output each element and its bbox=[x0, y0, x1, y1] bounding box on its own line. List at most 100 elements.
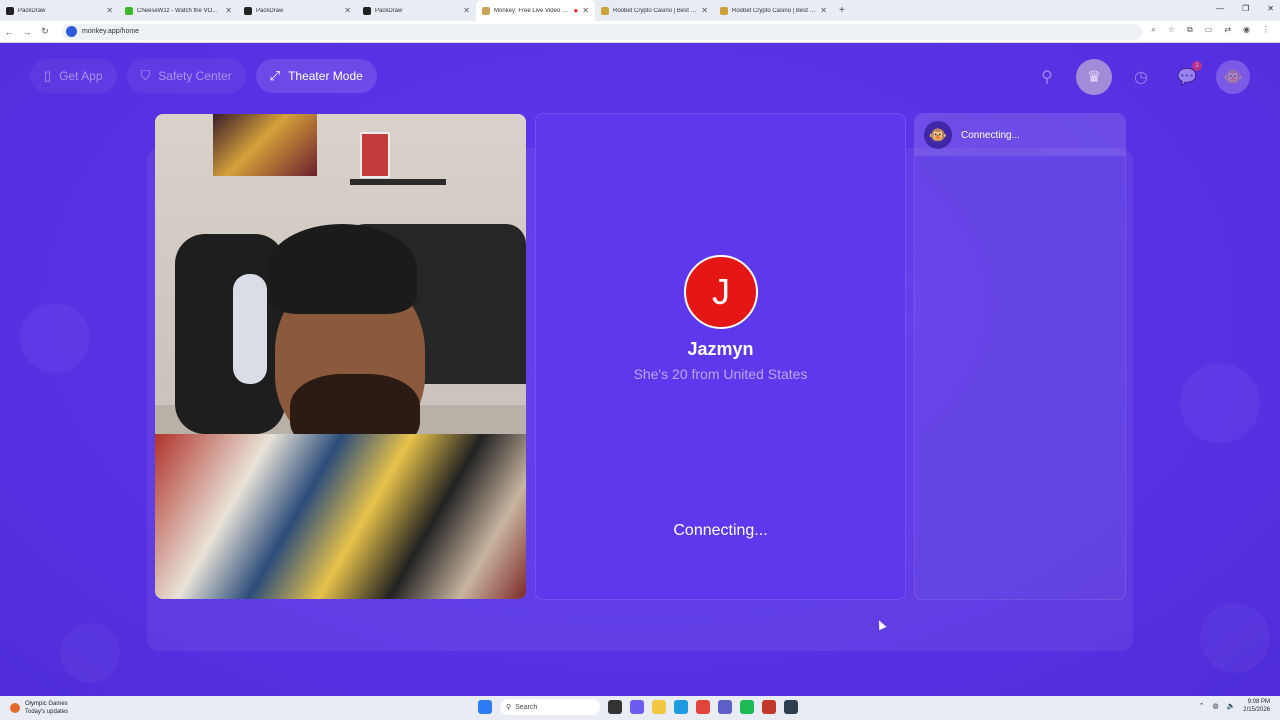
taskbar-search[interactable]: ⚲ Search bbox=[500, 699, 600, 715]
close-tab-icon[interactable]: ✕ bbox=[344, 6, 351, 15]
extensions-icon[interactable]: ⧉ bbox=[1187, 25, 1193, 35]
back-icon[interactable]: ← bbox=[0, 27, 18, 37]
task-view-icon[interactable] bbox=[608, 700, 622, 714]
maximize-icon[interactable]: ❐ bbox=[1242, 4, 1249, 13]
widget-subtitle: Today's updates bbox=[25, 709, 69, 715]
headset bbox=[233, 274, 267, 384]
browser-tab[interactable]: Roobet Crypto Casino | Best Bit... ✕ bbox=[595, 0, 714, 21]
search-icon: ⚲ bbox=[506, 704, 512, 711]
widgets-button[interactable]: Olympic Games Today's updates bbox=[0, 700, 200, 716]
spotify-icon[interactable] bbox=[740, 700, 754, 714]
browser-actions: ⌕ ☆ ⧉ ▭ ⇄ ◉ ⋮ bbox=[1151, 25, 1270, 35]
roobet-favicon-icon bbox=[601, 6, 609, 15]
safety-center-label: Safety Center bbox=[158, 69, 232, 83]
windows-start-icon[interactable] bbox=[478, 700, 492, 714]
app-icon[interactable] bbox=[762, 700, 776, 714]
packdraw-favicon-icon bbox=[244, 6, 252, 15]
connecting-status: Connecting... bbox=[673, 522, 768, 539]
torch-icon bbox=[10, 703, 20, 713]
address-bar-row: ← → ↻ monkey.app/home ⌕ ☆ ⧉ ▭ ⇄ ◉ ⋮ bbox=[0, 21, 1280, 43]
window-controls: — ❐ ✕ bbox=[1216, 4, 1274, 13]
file-explorer-icon[interactable] bbox=[652, 700, 666, 714]
chrome-icon[interactable] bbox=[696, 700, 710, 714]
monkey-favicon-icon bbox=[482, 6, 490, 15]
tab-title: CheeseW1z - Watch the VOD o... bbox=[137, 7, 222, 14]
user-cap bbox=[267, 224, 417, 314]
sidebar-icon[interactable]: ▭ bbox=[1205, 25, 1213, 35]
zoom-icon[interactable]: ⌕ bbox=[1151, 25, 1155, 35]
close-tab-icon[interactable]: ✕ bbox=[225, 6, 232, 15]
reload-icon[interactable]: ↻ bbox=[36, 26, 54, 37]
volume-icon[interactable]: 🔈 bbox=[1227, 702, 1236, 710]
user-jacket bbox=[155, 434, 526, 599]
url-field[interactable]: monkey.app/home bbox=[62, 23, 1142, 40]
roobet-favicon-icon bbox=[720, 6, 728, 15]
collectible-figure bbox=[360, 132, 390, 178]
theater-mode-button[interactable]: ⤢ Theater Mode bbox=[255, 59, 377, 93]
wall-shelf bbox=[350, 179, 446, 185]
match-avatar: J bbox=[684, 255, 758, 329]
browser-tab[interactable]: PackDraw ✕ bbox=[238, 0, 357, 21]
minimize-icon[interactable]: — bbox=[1216, 4, 1224, 13]
widget-title: Olympic Games bbox=[25, 701, 68, 707]
chat-status: Connecting... bbox=[961, 129, 1020, 141]
chat-header: 🐵 Connecting... bbox=[915, 114, 1125, 156]
close-window-icon[interactable]: ✕ bbox=[1267, 4, 1274, 13]
network-icon[interactable]: ◍ bbox=[1212, 702, 1218, 710]
tab-title: PackDraw bbox=[256, 7, 284, 14]
close-tab-icon[interactable]: ✕ bbox=[582, 6, 589, 15]
close-tab-icon[interactable]: ✕ bbox=[701, 6, 708, 15]
close-tab-icon[interactable]: ✕ bbox=[463, 6, 470, 15]
search-icon[interactable]: ⚲ bbox=[1030, 60, 1064, 94]
clock-time: 9:08 PM bbox=[1247, 699, 1270, 705]
browser-tab[interactable]: CheeseW1z - Watch the VOD o... ✕ bbox=[119, 0, 238, 21]
close-tab-icon[interactable]: ✕ bbox=[820, 6, 827, 15]
clock[interactable]: 9:08 PM 2/15/2026 bbox=[1243, 698, 1270, 714]
profile-avatar[interactable]: 🐵 bbox=[1216, 60, 1250, 94]
teams-icon[interactable] bbox=[718, 700, 732, 714]
windows-taskbar: Olympic Games Today's updates ⚲ Search ⌃… bbox=[0, 696, 1280, 720]
background-decoration bbox=[60, 623, 120, 683]
notification-badge: 1 bbox=[1192, 61, 1202, 71]
chat-icon[interactable]: 💬 1 bbox=[1170, 60, 1204, 94]
crown-icon[interactable]: ♛ bbox=[1076, 59, 1112, 95]
get-app-button[interactable]: ▯ Get App bbox=[30, 59, 117, 93]
browser-tab-bar: PackDraw ✕ CheeseW1z - Watch the VOD o..… bbox=[0, 0, 1280, 21]
theater-mode-label: Theater Mode bbox=[288, 69, 363, 83]
kick-favicon-icon bbox=[125, 6, 133, 15]
shield-icon: ⛉ bbox=[140, 68, 151, 83]
tab-title: PackDraw bbox=[18, 7, 46, 14]
self-video-feed bbox=[155, 114, 526, 599]
browser-tab[interactable]: Roobet Crypto Casino | Best Bit... ✕ bbox=[714, 0, 833, 21]
monkey-icon: 🐵 bbox=[924, 121, 952, 149]
recording-icon: ● bbox=[573, 6, 579, 15]
expand-icon: ⤢ bbox=[269, 68, 281, 83]
tab-title: Monkey: Free Live Video Ch... bbox=[494, 7, 570, 14]
safety-center-button[interactable]: ⛉ Safety Center bbox=[126, 59, 246, 93]
bookmark-star-icon[interactable]: ☆ bbox=[1168, 25, 1175, 35]
site-info-icon[interactable] bbox=[66, 26, 77, 37]
url-text: monkey.app/home bbox=[82, 28, 140, 35]
copilot-icon[interactable] bbox=[630, 700, 644, 714]
chevron-up-icon[interactable]: ⌃ bbox=[1199, 702, 1205, 710]
close-tab-icon[interactable]: ✕ bbox=[106, 6, 113, 15]
phone-icon: ▯ bbox=[44, 68, 52, 83]
tab-title: PackDraw bbox=[375, 7, 403, 14]
profile-icon[interactable]: ◉ bbox=[1243, 25, 1250, 35]
edge-icon[interactable] bbox=[674, 700, 688, 714]
match-name: Jazmyn bbox=[687, 339, 754, 359]
top-right-actions: ⚲ ♛ ◷ 💬 1 🐵 bbox=[1030, 59, 1250, 95]
app-icon[interactable] bbox=[784, 700, 798, 714]
translate-icon[interactable]: ⇄ bbox=[1224, 25, 1231, 35]
taskbar-search-label: Search bbox=[515, 703, 538, 711]
get-app-label: Get App bbox=[59, 69, 103, 83]
new-tab-button[interactable]: + bbox=[839, 5, 845, 16]
menu-icon[interactable]: ⋮ bbox=[1262, 25, 1270, 35]
history-icon[interactable]: ◷ bbox=[1124, 60, 1158, 94]
browser-tab[interactable]: PackDraw ✕ bbox=[0, 0, 119, 21]
browser-tab-active[interactable]: Monkey: Free Live Video Ch... ● ✕ bbox=[476, 0, 595, 21]
browser-tab[interactable]: PackDraw ✕ bbox=[357, 0, 476, 21]
taskbar-apps: ⚲ Search bbox=[478, 699, 798, 715]
forward-icon[interactable]: → bbox=[18, 27, 36, 37]
top-nav: ▯ Get App ⛉ Safety Center ⤢ Theater Mode bbox=[30, 59, 377, 93]
